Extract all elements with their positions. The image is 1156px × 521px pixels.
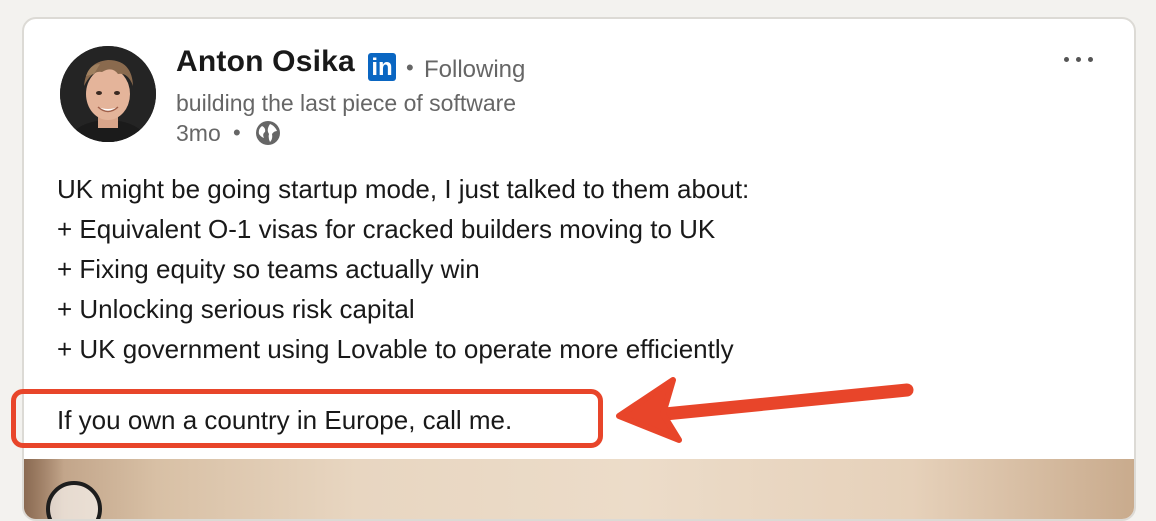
author-headline: building the last piece of software: [176, 90, 517, 116]
post-line: + Equivalent O-1 visas for cracked build…: [57, 214, 716, 244]
author-avatar[interactable]: [60, 46, 156, 142]
post-line: + Unlocking serious risk capital: [57, 294, 415, 324]
post-body: UK might be going startup mode, I just t…: [57, 169, 749, 369]
annotation-arrow-icon: [616, 377, 914, 443]
separator-dot: •: [406, 55, 414, 80]
post-timestamp[interactable]: 3mo: [176, 120, 221, 147]
post-line: + UK government using Lovable to operate…: [57, 334, 734, 364]
separator-dot: •: [233, 120, 241, 145]
post-line: UK might be going startup mode, I just t…: [57, 174, 750, 204]
globe-icon: [256, 121, 280, 145]
linkedin-badge-icon: in: [368, 53, 396, 81]
annotation-highlight-box: [11, 389, 603, 448]
following-status[interactable]: Following: [424, 56, 525, 84]
author-name[interactable]: Anton Osika: [176, 45, 355, 79]
post-line: + Fixing equity so teams actually win: [57, 254, 480, 284]
post-media[interactable]: [24, 459, 1134, 519]
more-options-icon[interactable]: [1060, 47, 1100, 71]
avatar-photo: [60, 46, 156, 142]
